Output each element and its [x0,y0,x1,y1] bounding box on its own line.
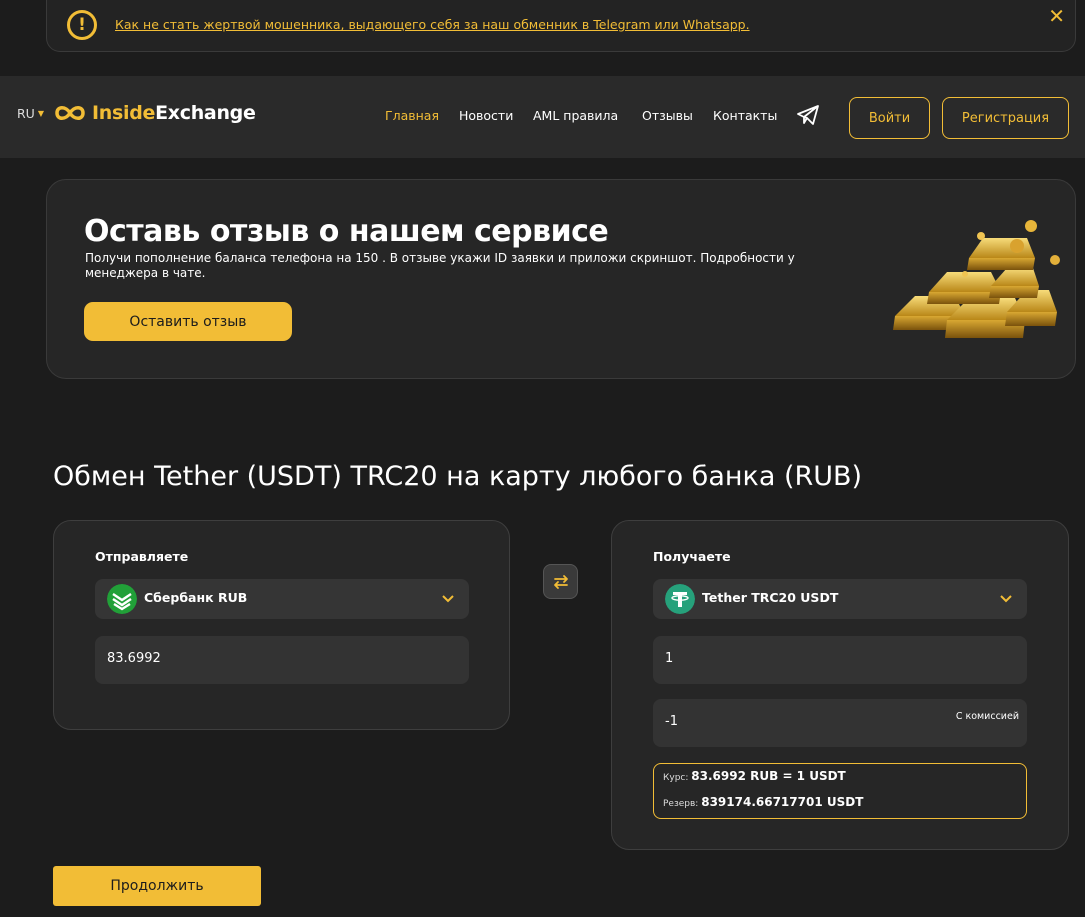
chevron-down-icon: ▼ [37,109,44,118]
send-currency-label: Сбербанк RUB [144,590,248,605]
language-label: RU [17,106,35,121]
continue-button[interactable]: Продолжить [53,866,261,906]
receive-amount-input[interactable]: 1 [653,636,1027,684]
rate-line: Курс: 83.6992 RUB = 1 USDT [663,769,846,783]
send-amount-input[interactable]: 83.6992 [95,636,469,684]
leave-review-button[interactable]: Оставить отзыв [84,302,292,341]
reserve-line: Резерв: 839174.66717701 USDT [663,795,863,809]
review-promo-card: Оставь отзыв о нашем сервисе Получи попо… [46,179,1076,379]
login-button[interactable]: Войти [849,97,930,139]
rate-info-box: Курс: 83.6992 RUB = 1 USDT Резерв: 83917… [653,763,1027,819]
nav-home[interactable]: Главная [385,108,439,123]
nav-news[interactable]: Новости [459,108,513,123]
send-panel: Отправляете Сбербанк RUB 83.6992 [53,520,510,730]
receive-currency-label: Tether TRC20 USDT [702,590,839,605]
receive-with-fee-value: -1 [665,714,678,729]
swap-button[interactable] [543,564,578,599]
gold-bars-image [893,220,1060,338]
chevron-down-icon [442,595,454,603]
send-label: Отправляете [95,549,189,564]
fraud-warning-link[interactable]: Как не стать жертвой мошенника, выдающег… [115,17,750,32]
receive-label: Получаете [653,549,731,564]
nav-contacts[interactable]: Контакты [713,108,777,123]
swap-arrows-icon [553,574,568,589]
warning-banner: ! Как не стать жертвой мошенника, выдающ… [46,0,1076,52]
register-button[interactable]: Регистрация [942,97,1069,139]
logo[interactable]: InsideExchange [54,102,256,124]
rate-label: Курс: [663,773,689,783]
chevron-down-icon [1000,595,1012,603]
close-icon[interactable]: ✕ [1048,4,1065,28]
nav-reviews[interactable]: Отзывы [642,108,693,123]
reserve-label: Резерв: [663,799,699,809]
logo-text: InsideExchange [92,102,256,124]
rate-value: 83.6992 RUB = 1 USDT [691,769,846,783]
exclamation-icon: ! [67,10,97,40]
site-header: RU ▼ InsideExchange Главная Новости AML п… [0,76,1085,158]
promo-title: Оставь отзыв о нашем сервисе [84,214,609,249]
receive-with-fee-input[interactable]: -1 С комиссией [653,699,1027,747]
receive-currency-select[interactable]: Tether TRC20 USDT [653,579,1027,619]
receive-panel: Получаете Tether TRC20 USDT 1 -1 С комис… [611,520,1069,850]
tether-icon [665,584,695,614]
language-selector[interactable]: RU ▼ [17,106,44,121]
sberbank-icon [107,584,137,614]
send-currency-select[interactable]: Сбербанк RUB [95,579,469,619]
reserve-value: 839174.66717701 USDT [701,795,864,809]
promo-description: Получи пополнение баланса телефона на 15… [85,251,795,280]
infinity-logo-icon [55,106,85,120]
telegram-icon[interactable] [796,104,820,130]
fee-note: С комиссией [955,711,1019,722]
exchange-title: Обмен Tether (USDT) TRC20 на карту любог… [53,461,863,492]
nav-aml-rules[interactable]: AML правила [533,108,618,123]
